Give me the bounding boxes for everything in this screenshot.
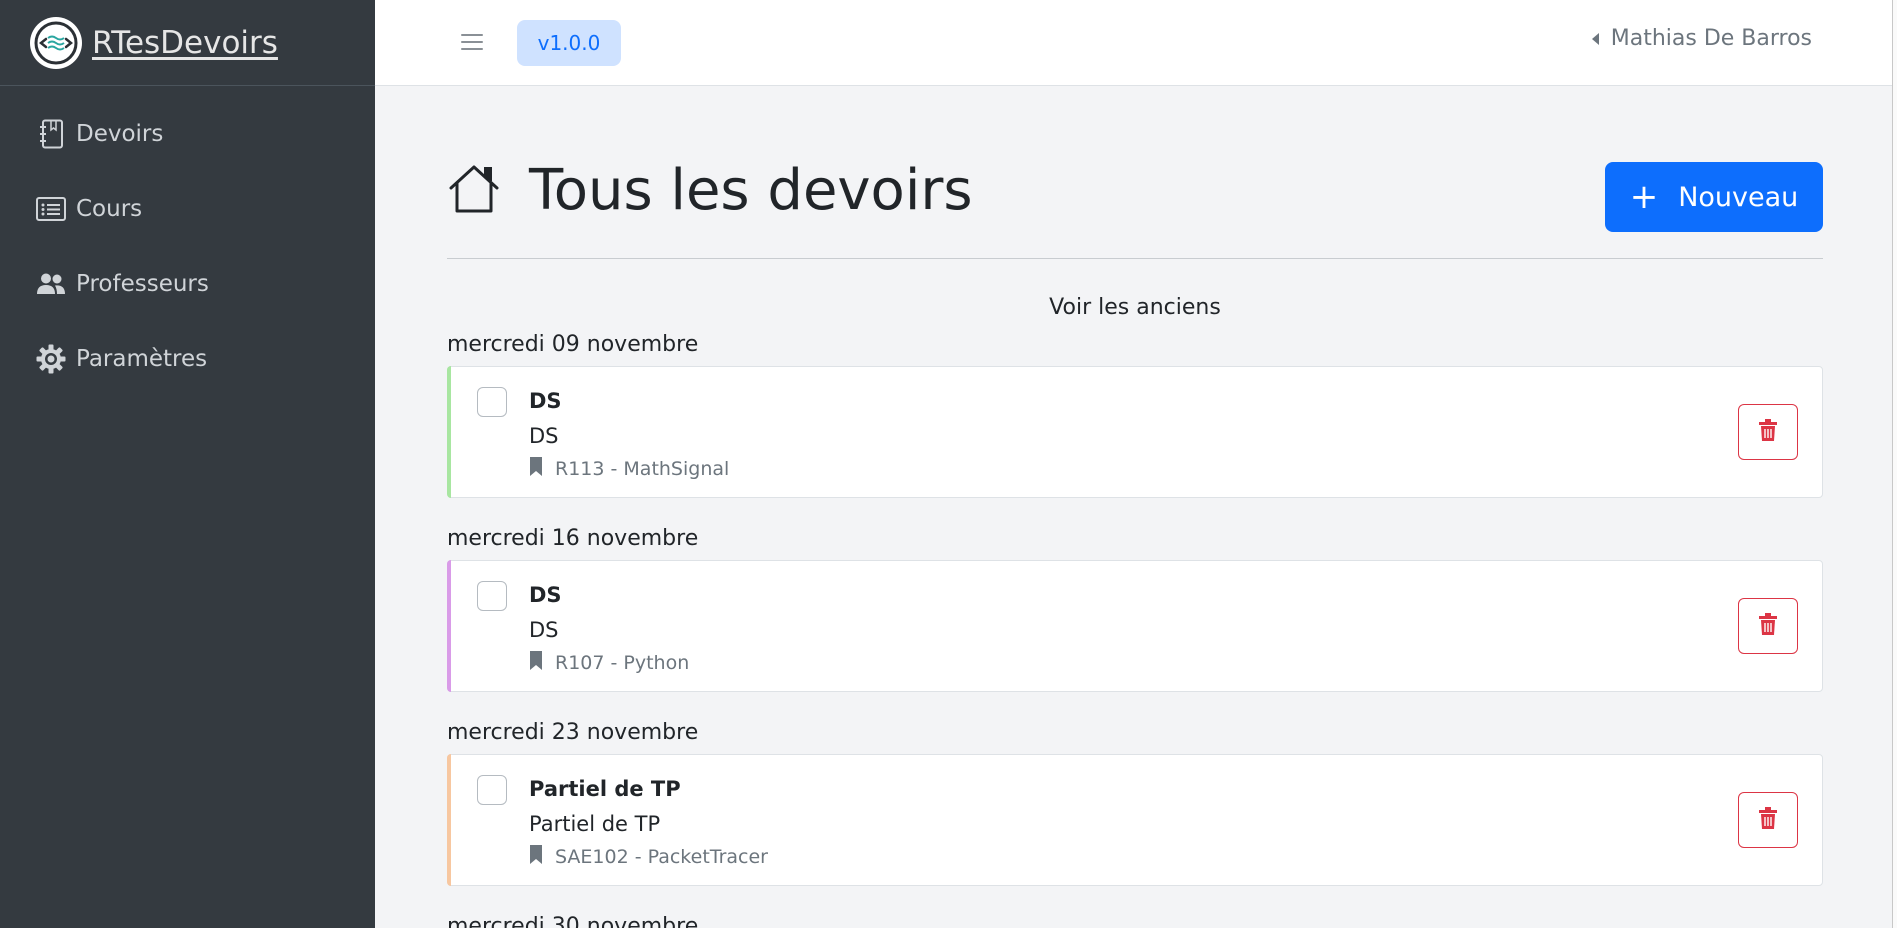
homework-description: DS bbox=[529, 424, 559, 448]
main-content: Tous les devoirs + Nouveau Voir les anci… bbox=[447, 86, 1823, 928]
homework-title: DS bbox=[529, 583, 562, 607]
course-name: SAE102 - PacketTracer bbox=[555, 846, 768, 868]
users-icon bbox=[36, 269, 66, 299]
homework-course: SAE102 - PacketTracer bbox=[529, 845, 768, 869]
caret-left-icon bbox=[1591, 32, 1599, 45]
homework-description: DS bbox=[529, 618, 559, 642]
see-old-link[interactable]: Voir les anciens bbox=[447, 295, 1823, 320]
course-name: R113 - MathSignal bbox=[555, 458, 730, 480]
logo-icon bbox=[30, 16, 82, 69]
delete-button[interactable] bbox=[1738, 404, 1798, 460]
group-date: mercredi 30 novembre bbox=[447, 914, 699, 928]
new-button-label: Nouveau bbox=[1678, 181, 1799, 213]
group-date: mercredi 23 novembre bbox=[447, 720, 699, 745]
bookmark-icon bbox=[529, 651, 543, 675]
sidebar-item-professeurs[interactable]: Professeurs bbox=[0, 246, 375, 321]
homework-card: Partiel de TP Partiel de TP SAE102 - Pac… bbox=[447, 754, 1823, 886]
sidebar-item-label: Paramètres bbox=[76, 345, 208, 372]
user-menu[interactable]: Mathias De Barros bbox=[1591, 26, 1812, 51]
homework-course: R107 - Python bbox=[529, 651, 689, 675]
course-color-bar bbox=[447, 560, 451, 692]
sidebar-item-parametres[interactable]: Paramètres bbox=[0, 321, 375, 396]
notebook-icon bbox=[36, 119, 66, 149]
homework-description: Partiel de TP bbox=[529, 812, 661, 836]
trash-icon bbox=[1759, 419, 1777, 445]
page-title: Tous les devoirs bbox=[529, 158, 973, 223]
bookmark-icon bbox=[529, 457, 543, 481]
list-icon bbox=[36, 194, 66, 224]
top-header: v1.0.0 Mathias De Barros bbox=[375, 0, 1897, 86]
plus-icon: + bbox=[1629, 177, 1659, 217]
user-name: Mathias De Barros bbox=[1610, 26, 1812, 51]
scrollbar[interactable] bbox=[1892, 0, 1897, 928]
sidebar: RTesDevoirs Devoirs Cours Professeurs Pa… bbox=[0, 0, 375, 928]
course-color-bar bbox=[447, 754, 451, 886]
done-checkbox[interactable] bbox=[477, 775, 507, 805]
homework-title: Partiel de TP bbox=[529, 777, 681, 801]
delete-button[interactable] bbox=[1738, 598, 1798, 654]
homework-card: DS DS R107 - Python bbox=[447, 560, 1823, 692]
course-color-bar bbox=[447, 366, 451, 498]
sidebar-item-label: Cours bbox=[76, 195, 143, 222]
version-badge[interactable]: v1.0.0 bbox=[517, 20, 621, 66]
delete-button[interactable] bbox=[1738, 792, 1798, 848]
brand[interactable]: RTesDevoirs bbox=[0, 0, 375, 86]
bookmark-icon bbox=[529, 845, 543, 869]
brand-name[interactable]: RTesDevoirs bbox=[92, 25, 278, 61]
trash-icon bbox=[1759, 807, 1777, 833]
new-homework-button[interactable]: + Nouveau bbox=[1605, 162, 1823, 232]
trash-icon bbox=[1759, 613, 1777, 639]
homework-card: DS DS R113 - MathSignal bbox=[447, 366, 1823, 498]
sidebar-item-devoirs[interactable]: Devoirs bbox=[0, 96, 375, 171]
gear-icon bbox=[36, 344, 66, 374]
done-checkbox[interactable] bbox=[477, 581, 507, 611]
sidebar-nav: Devoirs Cours Professeurs Paramètres bbox=[0, 86, 375, 396]
group-date: mercredi 09 novembre bbox=[447, 332, 699, 357]
homework-course: R113 - MathSignal bbox=[529, 457, 729, 481]
menu-toggle-icon[interactable] bbox=[461, 30, 483, 54]
course-name: R107 - Python bbox=[555, 652, 690, 674]
sidebar-item-label: Professeurs bbox=[76, 270, 209, 297]
done-checkbox[interactable] bbox=[477, 387, 507, 417]
homework-title: DS bbox=[529, 389, 562, 413]
sidebar-item-cours[interactable]: Cours bbox=[0, 171, 375, 246]
sidebar-item-label: Devoirs bbox=[76, 120, 164, 147]
page-header: Tous les devoirs + Nouveau bbox=[447, 86, 1823, 259]
house-icon bbox=[447, 164, 501, 218]
group-date: mercredi 16 novembre bbox=[447, 526, 699, 551]
